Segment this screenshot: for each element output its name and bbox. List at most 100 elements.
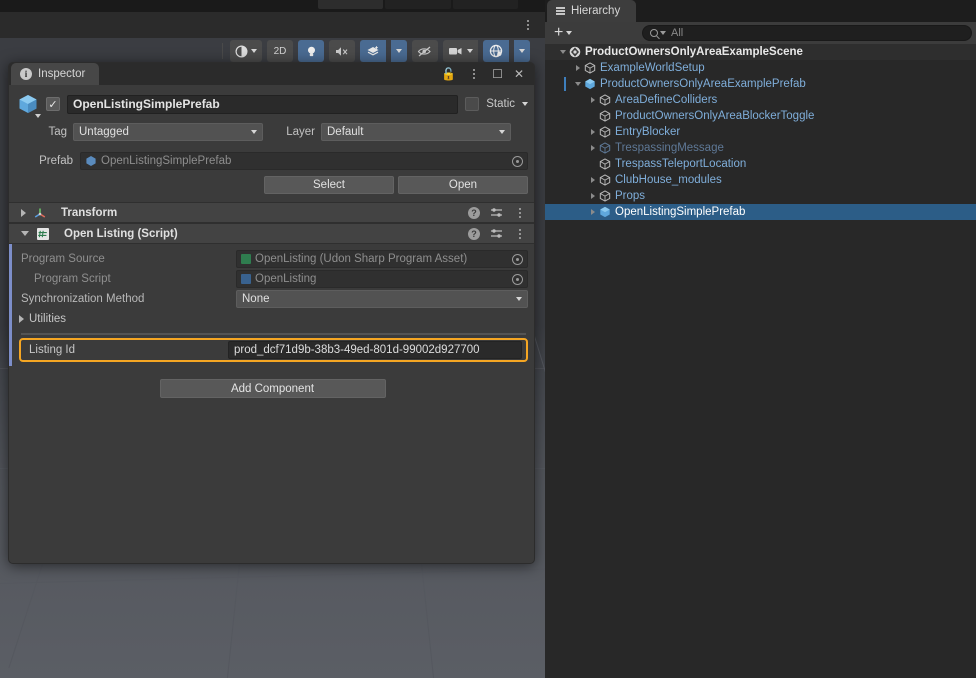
hierarchy-tree[interactable]: ProductOwnersOnlyAreaExampleScene Example… [545, 44, 976, 678]
preset-sliders-icon[interactable] [490, 207, 503, 219]
property-row-sync-method: Synchronization Method None [9, 289, 534, 309]
lighting-toggle-button[interactable] [298, 40, 324, 62]
hierarchy-item-openlistingsimpleprefab[interactable]: OpenListingSimplePrefab [545, 204, 976, 220]
preset-sliders-icon[interactable] [490, 228, 503, 240]
play-button[interactable] [318, 0, 384, 9]
object-enabled-checkbox[interactable]: ✓ [46, 97, 60, 111]
playmode-buttons [318, 0, 518, 9]
hierarchy-item-productownersonlyareaexampleprefab[interactable]: ProductOwnersOnlyAreaExamplePrefab [545, 76, 976, 92]
inspector-body: ✓ OpenListingSimplePrefab Static Tag Unt… [9, 85, 534, 563]
utilities-foldout-icon[interactable] [19, 315, 24, 323]
kebab-menu-icon[interactable] [513, 226, 527, 242]
foldout-icon[interactable] [587, 177, 598, 183]
hierarchy-item-exampleworldsetup[interactable]: ExampleWorldSetup [545, 60, 976, 76]
sync-method-value: None [242, 293, 270, 305]
chevron-down-icon [499, 130, 505, 134]
search-icon [650, 29, 658, 37]
hierarchy-item-label: ProductOwnersOnlyAreaBlockerToggle [615, 110, 815, 122]
chevron-down-icon [251, 49, 257, 53]
tag-dropdown[interactable]: Untagged [73, 123, 263, 141]
open-listing-foldout-icon[interactable] [21, 231, 29, 236]
foldout-icon[interactable] [587, 193, 598, 199]
2d-toggle-button[interactable]: 2D [267, 40, 293, 62]
hierarchy-item-trespassingmessage[interactable]: TrespassingMessage [545, 140, 976, 156]
program-script-field[interactable]: OpenListing [236, 270, 528, 288]
layer-label: Layer [286, 126, 315, 138]
close-icon[interactable]: ✕ [514, 68, 524, 80]
foldout-icon[interactable] [587, 209, 598, 215]
draw-mode-button[interactable] [230, 40, 262, 62]
select-label: Select [313, 179, 345, 191]
gameobject-icon [598, 190, 612, 202]
step-button[interactable] [452, 0, 518, 9]
gizmos-toggle-button[interactable] [483, 40, 509, 62]
audio-toggle-button[interactable] [329, 40, 355, 62]
object-picker-icon[interactable] [512, 273, 523, 285]
program-source-field[interactable]: OpenListing (Udon Sharp Program Asset) [236, 250, 528, 268]
hierarchy-item-productownersonlyareaexamplescene[interactable]: ProductOwnersOnlyAreaExampleScene [545, 44, 976, 60]
scene-view-toolbar [0, 12, 545, 38]
hierarchy-item-areadefinecolliders[interactable]: AreaDefineColliders [545, 92, 976, 108]
property-row-program-script: Program Script OpenListing [9, 269, 534, 289]
object-picker-icon[interactable] [512, 155, 523, 167]
open-label: Open [448, 179, 478, 191]
foldout-icon[interactable] [587, 97, 598, 103]
property-row-program-source: Program Source OpenListing (Udon Sharp P… [9, 249, 534, 269]
foldout-icon[interactable] [587, 129, 598, 135]
hierarchy-item-entryblocker[interactable]: EntryBlocker [545, 124, 976, 140]
camera-settings-button[interactable] [443, 40, 478, 62]
hierarchy-item-label: TrespassingMessage [615, 142, 724, 154]
component-header-open-listing[interactable]: Open Listing (Script) ? [9, 223, 534, 244]
sync-method-dropdown[interactable]: None [236, 290, 528, 308]
hierarchy-item-clubhouse_modules[interactable]: ClubHouse_modules [545, 172, 976, 188]
fx-dropdown-button[interactable] [391, 40, 407, 62]
maximize-icon[interactable]: ☐ [492, 68, 503, 80]
hierarchy-item-productownersonlyareablockertoggle[interactable]: ProductOwnersOnlyAreaBlockerToggle [545, 108, 976, 124]
layer-dropdown[interactable]: Default [321, 123, 511, 141]
create-object-button[interactable]: + [549, 24, 577, 42]
foldout-icon[interactable] [557, 50, 568, 54]
hierarchy-item-trespassteleportlocation[interactable]: TrespassTeleportLocation [545, 156, 976, 172]
foldout-icon[interactable] [572, 65, 583, 71]
static-checkbox[interactable] [465, 97, 480, 111]
shaded-sphere-icon [235, 44, 248, 58]
component-header-transform[interactable]: Transform ? [9, 202, 534, 223]
hierarchy-search-input[interactable]: All [642, 25, 972, 41]
scene-visibility-button[interactable] [412, 40, 438, 62]
hierarchy-item-label: EntryBlocker [615, 126, 681, 138]
add-component-button[interactable]: Add Component [159, 379, 386, 398]
foldout-icon[interactable] [572, 82, 583, 86]
gameobject-icon [598, 142, 612, 154]
prefab-object-field[interactable]: OpenListingSimplePrefab [80, 152, 528, 170]
transform-foldout-icon[interactable] [21, 208, 26, 217]
listing-id-label: Listing Id [29, 344, 76, 356]
tab-hierarchy[interactable]: Hierarchy [547, 0, 637, 22]
search-filter-icon[interactable] [660, 31, 666, 35]
lock-icon[interactable]: 🔓 [441, 68, 456, 80]
fx-toggle-button[interactable] [360, 40, 386, 62]
kebab-menu-icon[interactable] [513, 205, 527, 221]
kebab-menu-icon[interactable] [467, 66, 481, 82]
inspector-window: i Inspector 🔓 ☐ ✕ ✓ OpenListingSimplePre… [8, 62, 535, 564]
help-icon[interactable]: ? [468, 206, 480, 219]
prefab-row: Prefab OpenListingSimplePrefab [9, 151, 534, 171]
chevron-down-icon [566, 31, 573, 35]
static-dropdown-icon[interactable] [522, 102, 528, 106]
hierarchy-item-label: ProductOwnersOnlyAreaExampleScene [585, 46, 803, 58]
scene-kebab-menu-icon[interactable] [521, 17, 535, 33]
tab-inspector[interactable]: i Inspector [11, 63, 100, 85]
utilities-foldout-row[interactable]: Utilities [9, 309, 534, 329]
hierarchy-item-label: ExampleWorldSetup [600, 62, 705, 74]
hierarchy-item-props[interactable]: Props [545, 188, 976, 204]
pause-button[interactable] [385, 0, 451, 9]
object-picker-icon[interactable] [512, 253, 523, 265]
prefab-open-button[interactable]: Open [398, 176, 528, 194]
object-name-input[interactable]: OpenListingSimplePrefab [67, 94, 459, 114]
gizmos-dropdown-button[interactable] [514, 40, 530, 62]
help-icon[interactable]: ? [468, 227, 480, 240]
property-separator [21, 333, 526, 335]
chevron-down-icon [35, 114, 41, 118]
prefab-select-button[interactable]: Select [264, 176, 394, 194]
foldout-icon[interactable] [587, 145, 598, 151]
listing-id-input[interactable]: prod_dcf71d9b-38b3-49ed-801d-99002d92770… [228, 341, 522, 359]
